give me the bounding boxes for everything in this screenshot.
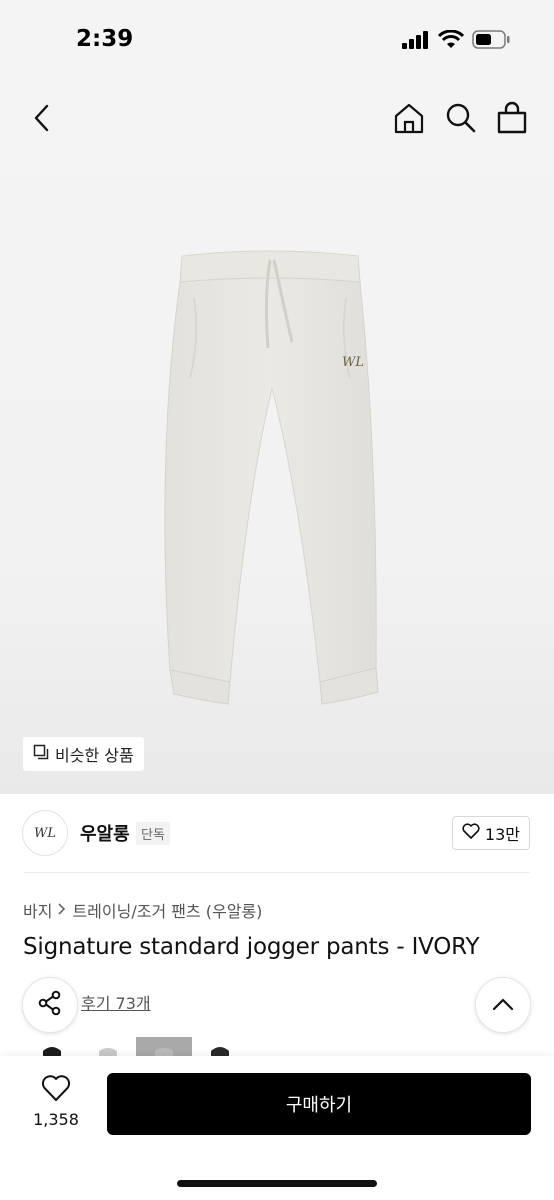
brand-like-button[interactable]: 13만	[451, 816, 530, 850]
heart-icon	[462, 823, 480, 843]
similar-products-button[interactable]: 비슷한 상품	[23, 737, 144, 771]
cart-icon	[496, 101, 528, 139]
similar-products-label: 비슷한 상품	[55, 746, 134, 765]
chevron-right-icon	[56, 901, 68, 920]
buy-button[interactable]: 구매하기	[107, 1073, 531, 1135]
svg-text:WL: WL	[342, 355, 364, 370]
wish-button[interactable]: 1,358	[28, 1074, 84, 1134]
heart-icon	[41, 1074, 71, 1106]
like-count: 13만	[484, 825, 520, 844]
bottom-action-bar: 1,358 구매하기	[0, 1056, 554, 1200]
back-icon	[33, 104, 49, 136]
review-link[interactable]: 후기 73개	[81, 990, 151, 1014]
brand-logo-text: WL	[34, 825, 56, 841]
chevron-up-icon	[492, 996, 514, 1015]
cart-button[interactable]	[496, 101, 528, 139]
status-time: 2:39	[76, 26, 134, 52]
top-navigation	[0, 95, 554, 145]
search-button[interactable]	[444, 101, 478, 139]
share-button[interactable]	[22, 977, 78, 1033]
home-indicator	[177, 1180, 377, 1187]
breadcrumb-item[interactable]: 바지	[23, 898, 52, 922]
exclusive-badge: 단독	[136, 822, 170, 845]
home-icon	[392, 103, 426, 139]
home-button[interactable]	[392, 101, 426, 139]
copy-icon	[33, 744, 49, 764]
product-image: WL	[164, 250, 379, 705]
product-title: Signature standard jogger pants - IVORY	[23, 934, 480, 960]
scroll-top-button[interactable]	[475, 977, 531, 1033]
breadcrumb: 바지 트레이닝/조거 팬츠 (우알롱)	[23, 898, 262, 922]
brand-row: WL 우알롱 단독 13만	[0, 808, 554, 868]
divider	[24, 872, 530, 873]
brand-name[interactable]: 우알롱	[80, 820, 130, 846]
breadcrumb-item[interactable]: 트레이닝/조거 팬츠 (우알롱)	[72, 898, 262, 922]
search-icon	[444, 103, 478, 139]
share-icon	[37, 990, 63, 1020]
brand-logo[interactable]: WL	[22, 810, 68, 856]
battery-icon	[472, 30, 510, 53]
back-button[interactable]	[26, 103, 56, 137]
wish-count: 1,358	[33, 1110, 79, 1129]
status-bar: 2:39	[0, 0, 554, 84]
signal-icon	[402, 30, 430, 53]
wifi-icon	[437, 29, 465, 53]
